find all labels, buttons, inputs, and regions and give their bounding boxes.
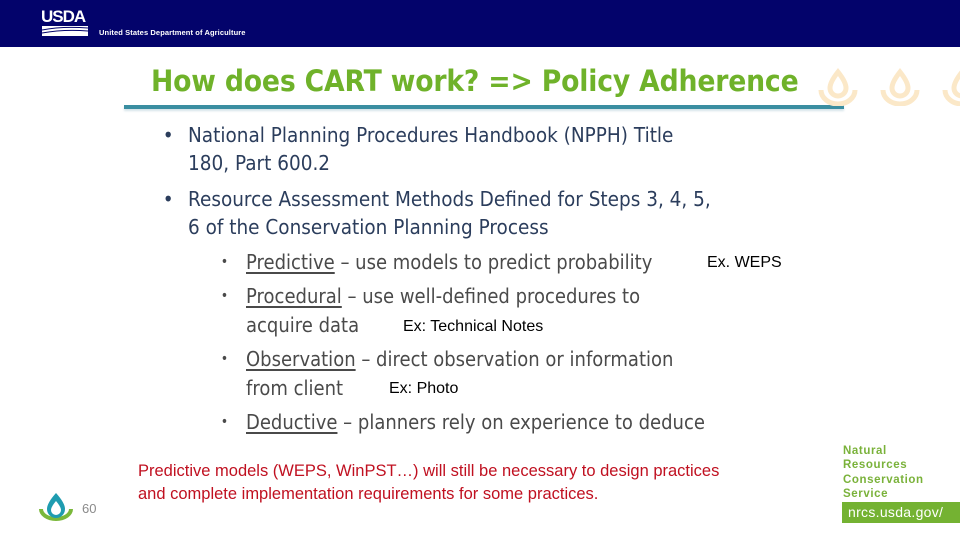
bullet-assessment-methods-cont: 6 of the Conservation Planning Process [188, 215, 549, 239]
decorative-drops-icon [818, 67, 960, 106]
method-procedural-cont: acquire data [246, 313, 360, 337]
method-term: Deductive [246, 410, 338, 434]
method-term: Predictive [246, 250, 335, 274]
bullet-dot-icon: • [220, 351, 229, 367]
nrcs-drop-logo-icon [39, 493, 73, 521]
usda-logo-hills-icon [42, 26, 88, 36]
bullet-npph: • National Planning Procedures Handbook … [162, 123, 674, 147]
usda-header-bar: USDA United States Department of Agricul… [0, 0, 960, 47]
method-procedural: • Procedural – use well-defined procedur… [220, 284, 641, 308]
department-name: United States Department of Agriculture [99, 28, 246, 37]
predictive-models-note: Predictive models (WEPS, WinPST…) will s… [138, 462, 720, 503]
bullet-dot-icon: • [220, 288, 229, 304]
water-drop-icon [827, 67, 849, 99]
example-photo: Ex: Photo [389, 380, 459, 397]
water-drop-icon [951, 70, 960, 99]
method-predictive: • Predictive – use models to predict pro… [220, 250, 653, 274]
page-number: 60 [82, 501, 97, 516]
bullet-dot-icon: • [162, 123, 174, 147]
example-weps: Ex. WEPS [707, 254, 782, 271]
bullet-dot-icon: • [220, 254, 229, 270]
example-technical-notes: Ex: Technical Notes [403, 318, 544, 335]
slide-title: How does CART work? => Policy Adherence [151, 64, 799, 98]
method-term: Procedural [246, 284, 342, 308]
usda-logo-icon: USDA [41, 7, 89, 36]
title-divider [124, 105, 844, 109]
bullet-dot-icon: • [220, 414, 229, 430]
nrcs-url-link[interactable]: nrcs.usda.gov/ [842, 502, 960, 523]
method-term: Observation [246, 347, 356, 371]
nrcs-agency-name: Natural Resources Conservation Service [843, 445, 924, 500]
water-drop-icon [889, 67, 911, 99]
method-observation: • Observation – direct observation or in… [220, 347, 674, 371]
bullet-assessment-methods: • Resource Assessment Methods Defined fo… [162, 187, 711, 211]
method-deductive: • Deductive – planners rely on experienc… [220, 410, 705, 434]
bullet-dot-icon: • [162, 187, 174, 211]
usda-logo-text: USDA [41, 7, 86, 26]
bullet-npph-cont: 180, Part 600.2 [188, 151, 331, 175]
method-observation-cont: from client [246, 376, 344, 400]
